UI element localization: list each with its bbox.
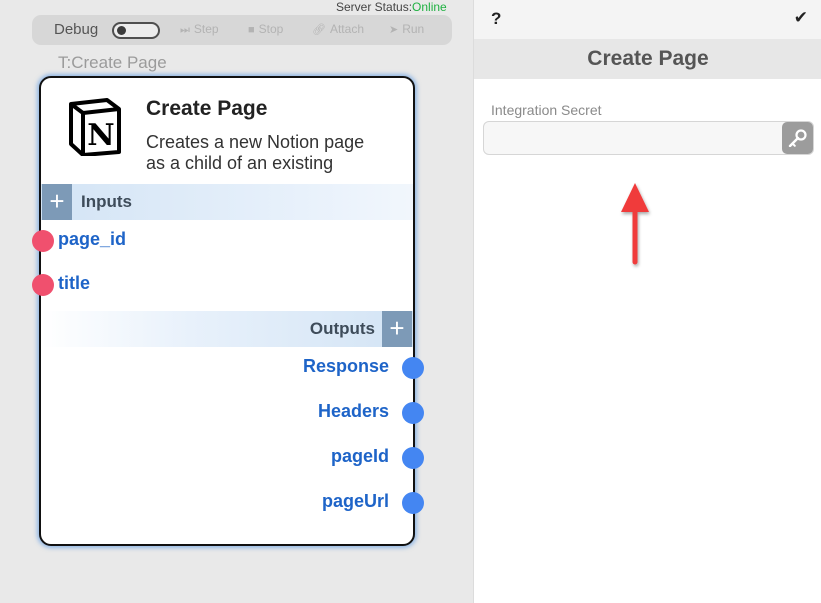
output-port-headers[interactable]: Headers: [318, 401, 389, 422]
node-title: Create Page: [146, 97, 268, 120]
output-port-label: Headers: [317, 401, 389, 421]
output-port-label: pageUrl: [321, 491, 389, 511]
node-description: Creates a new Notion page as a child of …: [146, 132, 365, 173]
attach-icon: 🔗︎: [312, 24, 326, 36]
stop-icon: ■: [248, 24, 255, 36]
annotation-arrow-icon: [621, 183, 649, 265]
checkmark-icon[interactable]: ✔: [794, 8, 808, 28]
debug-label: Debug: [54, 21, 99, 38]
run-icon: ➤: [389, 24, 399, 36]
toggle-knob: [117, 26, 126, 35]
output-connector-pageurl[interactable]: [402, 492, 424, 514]
integration-secret-label: Integration Secret: [491, 102, 602, 118]
output-port-response[interactable]: Response: [303, 356, 389, 377]
inputs-section-header: + Inputs: [41, 184, 413, 220]
node-canvas-label: T:Create Page: [58, 53, 167, 72]
output-connector-pageid[interactable]: [402, 447, 424, 469]
input-port-label: title: [58, 273, 91, 293]
output-port-label: pageId: [330, 446, 389, 466]
canvas[interactable]: Server Status:Online Debug ⏭ Step ■ Stop 🔗…: [0, 0, 473, 603]
output-port-pageurl[interactable]: pageUrl: [322, 491, 389, 512]
notion-logo-letter: N: [87, 118, 114, 153]
panel-title-bar: Create Page: [474, 39, 821, 79]
add-input-button[interactable]: +: [42, 184, 72, 220]
debug-toolbar: Debug ⏭ Step ■ Stop 🔗︎ Attach ➤ Run: [32, 15, 452, 45]
output-port-pageid[interactable]: pageId: [331, 446, 389, 467]
input-port-title[interactable]: title: [58, 273, 90, 294]
server-status-label: Server Status:: [336, 0, 413, 14]
help-button[interactable]: ?: [491, 9, 501, 29]
stop-label: Stop: [258, 22, 284, 36]
run-label: Run: [402, 22, 425, 36]
stop-button[interactable]: ■ Stop: [248, 22, 283, 36]
step-label: Step: [193, 22, 219, 36]
output-connector-headers[interactable]: [402, 402, 424, 424]
key-icon: [788, 129, 807, 147]
server-status-value: Online: [412, 0, 447, 14]
outputs-section-header: Outputs +: [41, 311, 413, 347]
settings-panel: ? ✔ Create Page Integration Secret: [473, 0, 821, 603]
input-port-page-id[interactable]: page_id: [58, 229, 126, 250]
run-button[interactable]: ➤ Run: [389, 22, 424, 36]
panel-toolbar: ? ✔: [474, 0, 821, 39]
integration-secret-input[interactable]: [483, 121, 814, 155]
inputs-label: Inputs: [81, 192, 132, 211]
server-status: Server Status:Online: [336, 0, 447, 14]
attach-label: Attach: [329, 22, 364, 36]
output-connector-response[interactable]: [402, 357, 424, 379]
step-button[interactable]: ⏭ Step: [180, 22, 219, 37]
notion-logo-icon: N: [69, 98, 121, 156]
input-connector-title[interactable]: [32, 274, 54, 296]
output-port-label: Response: [302, 356, 389, 376]
step-icon: ⏭: [180, 24, 190, 36]
create-page-node[interactable]: N Create Page Creates a new Notion page …: [32, 76, 424, 546]
add-output-button[interactable]: +: [382, 311, 412, 347]
panel-title: Create Page: [587, 47, 709, 70]
outputs-label: Outputs: [309, 319, 375, 338]
input-port-label: page_id: [58, 229, 127, 249]
input-connector-page-id[interactable]: [32, 230, 54, 252]
key-button[interactable]: [782, 122, 813, 154]
attach-button[interactable]: 🔗︎ Attach: [312, 22, 364, 36]
debug-toggle[interactable]: [112, 22, 160, 39]
